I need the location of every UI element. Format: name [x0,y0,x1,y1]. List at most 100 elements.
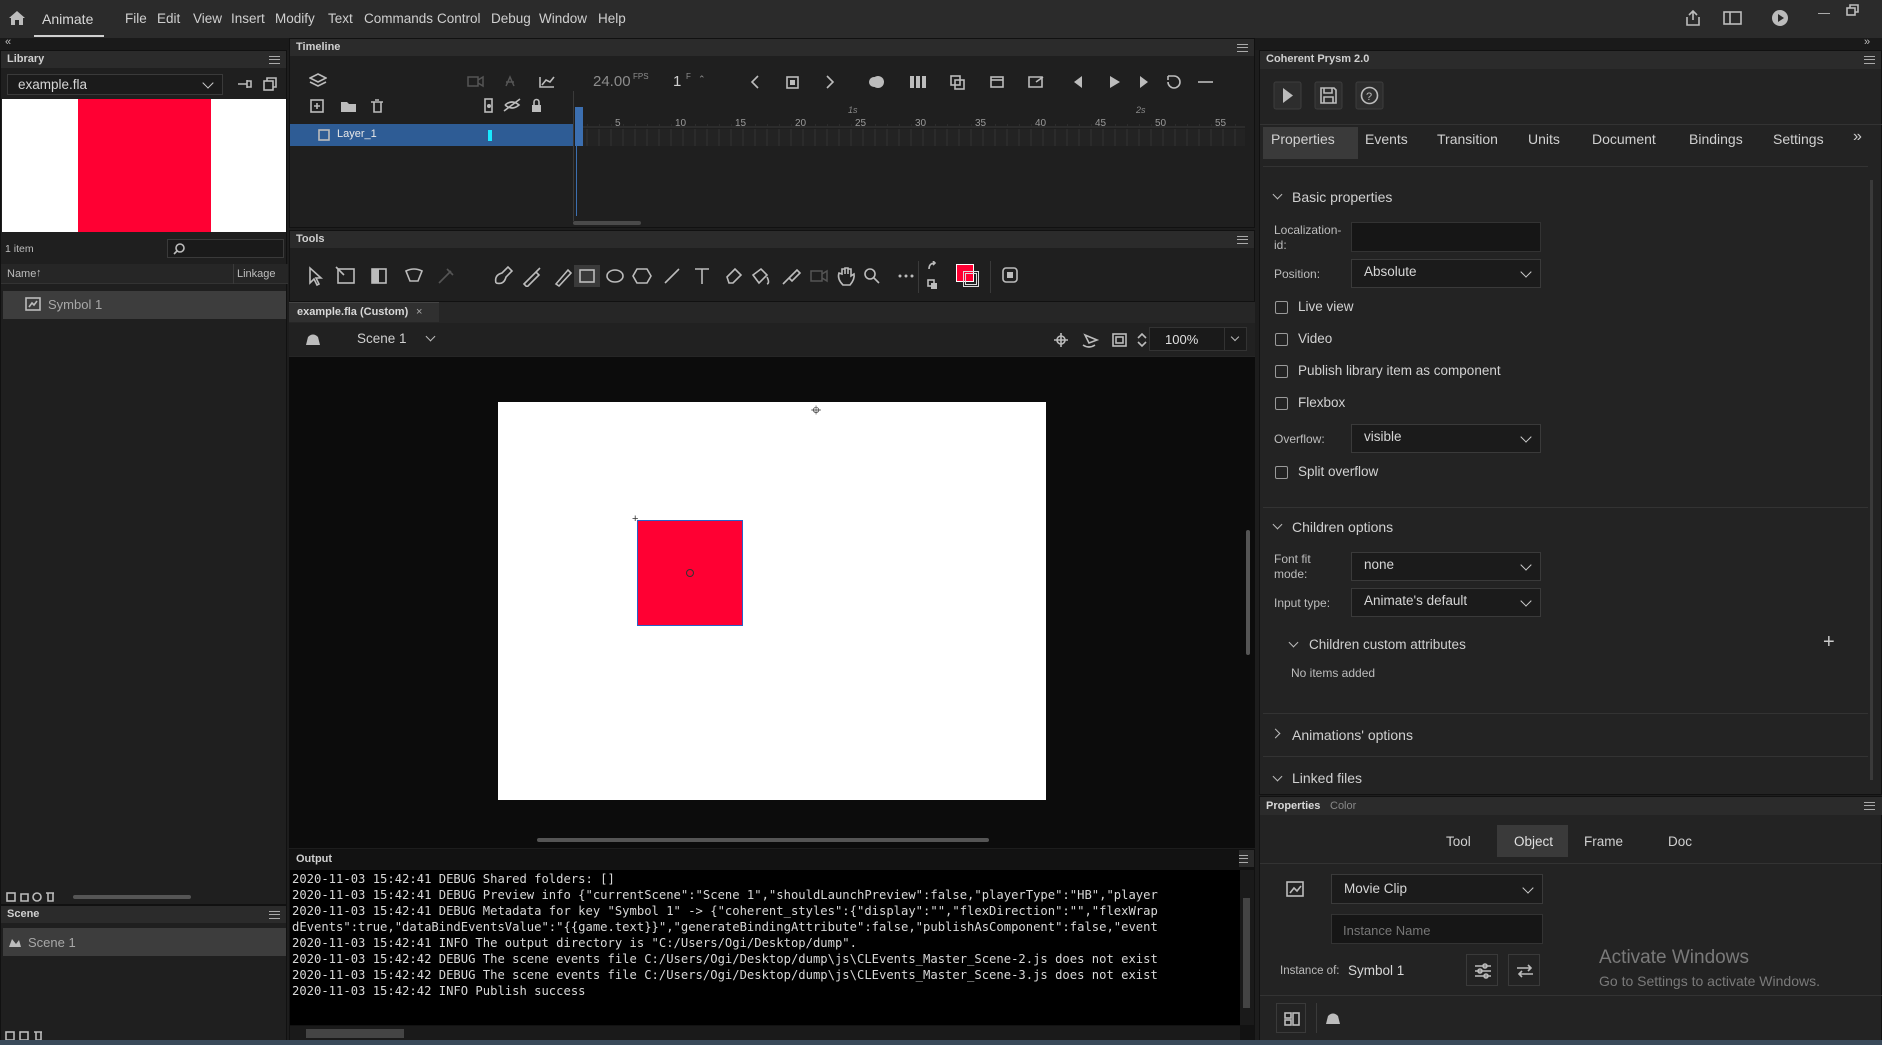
output-hscroll-thumb[interactable] [306,1029,404,1038]
stage-canvas[interactable]: + ⌖ [498,400,1046,800]
menu-debug[interactable]: Debug [491,11,531,26]
tab-properties[interactable]: Properties [1266,800,1320,812]
menu-text[interactable]: Text [328,11,353,26]
prysm-tab-events[interactable]: Events [1365,131,1408,147]
stage-hscrollbar[interactable] [537,838,989,842]
subtab-tool[interactable]: Tool [1446,834,1471,849]
menu-help[interactable]: Help [598,11,626,26]
output-vscroll-thumb[interactable] [1243,898,1250,1008]
minimize-button[interactable] [1818,13,1830,14]
frame-value[interactable]: 1 [673,73,681,90]
workspace-icon[interactable] [1723,10,1743,26]
prysm-tab-settings[interactable]: Settings [1773,131,1824,147]
snap-icon[interactable] [1001,266,1019,284]
library-menu-icon[interactable] [269,56,280,64]
stage-view-icons[interactable] [1053,331,1163,349]
prysm-tab-document[interactable]: Document [1592,131,1656,147]
prysm-tab-units[interactable]: Units [1528,131,1560,147]
properties-menu-icon[interactable] [1864,802,1875,810]
library-zoom-slider[interactable] [73,895,191,899]
fps-value[interactable]: 24.00 [593,73,631,90]
flexbox-checkbox[interactable] [1275,397,1288,410]
test-movie-icon[interactable] [1771,9,1789,27]
pin-icon[interactable] [237,78,253,90]
scene-selector[interactable]: Scene 1 [357,331,407,346]
frame-stepper-icon[interactable]: ⌃ [698,74,706,85]
symbol-type-select[interactable]: Movie Clip [1331,874,1543,904]
children-custom-header[interactable]: Children custom attributes [1309,637,1466,652]
overflow-select[interactable]: visible [1351,424,1541,453]
column-name[interactable]: Name [7,268,36,280]
restore-icon[interactable] [1846,4,1860,16]
timeline-scrollbar[interactable] [573,221,641,225]
swap-colors-icon[interactable] [926,261,942,291]
collapse-left-icon[interactable]: « [5,36,11,48]
font-fit-select[interactable]: none [1351,552,1541,581]
menu-insert[interactable]: Insert [231,11,265,26]
video-checkbox[interactable] [1275,333,1288,346]
linked-files-header[interactable]: Linked files [1292,770,1362,786]
menu-modify[interactable]: Modify [275,11,315,26]
playhead-line[interactable] [576,146,577,216]
zoom-field[interactable]: 100% [1149,327,1247,351]
menu-file[interactable]: File [125,11,147,26]
prysm-toolbar[interactable]: ? [1273,81,1385,111]
split-overflow-checkbox[interactable] [1275,466,1288,479]
library-search-input[interactable] [167,239,284,258]
scene-menu-icon[interactable] [269,911,280,919]
close-tab-icon[interactable]: × [416,306,422,318]
scene-selector-chevron[interactable] [425,331,436,342]
align-button[interactable] [1276,1003,1306,1033]
menu-control[interactable]: Control [437,11,481,26]
transform-point[interactable] [686,569,694,577]
prysm-tab-properties[interactable]: Properties [1271,131,1335,147]
layers-icon[interactable] [309,72,327,90]
prysm-menu-icon[interactable] [1864,56,1875,64]
zoom-chevron[interactable] [1230,332,1240,342]
basic-properties-header[interactable]: Basic properties [1292,189,1392,205]
layer-row[interactable]: Layer_1 [290,124,573,146]
add-attribute-icon[interactable]: + [1823,631,1835,654]
swap-symbol-button[interactable] [1508,954,1540,986]
menu-view[interactable]: View [193,11,222,26]
children-options-header[interactable]: Children options [1292,519,1393,535]
prysm-scrollbar[interactable] [1870,180,1873,780]
edit-symbol-button[interactable] [1466,954,1498,986]
output-hscroll[interactable] [290,1026,1240,1041]
home-icon[interactable] [8,10,26,26]
symbol-instance[interactable]: + [632,513,743,626]
layer-toolbar[interactable] [310,99,500,113]
subtab-object[interactable]: Object [1514,834,1553,849]
pasteboard[interactable]: + ⌖ [289,357,1255,848]
new-library-panel-icon[interactable] [263,77,277,91]
doc-tab[interactable]: example.fla (Custom) × [289,302,439,322]
collapse-right-icon[interactable]: » [1864,36,1870,48]
menu-window[interactable]: Window [539,11,587,26]
scene-row[interactable]: Scene 1 [3,928,286,956]
edit-scene-button[interactable] [1316,1003,1346,1033]
prysm-tab-bindings[interactable]: Bindings [1689,131,1743,147]
share-icon[interactable] [1684,9,1702,27]
subtab-frame[interactable]: Frame [1584,834,1623,849]
layer-visibility-icons[interactable] [482,98,542,113]
publish-component-checkbox[interactable] [1275,365,1288,378]
stage-vscrollbar[interactable] [1246,530,1250,655]
animations-options-header[interactable]: Animations' options [1292,727,1413,743]
menu-commands[interactable]: Commands [364,11,433,26]
more-tabs-icon[interactable]: » [1853,128,1862,146]
live-view-checkbox[interactable] [1275,301,1288,314]
library-bottom-icons[interactable] [6,891,71,903]
library-file-select[interactable]: example.fla [7,74,223,95]
prysm-tab-transition[interactable]: Transition [1437,131,1498,147]
timeline-menu-icon[interactable] [1237,44,1248,52]
layer-color-swatch[interactable] [488,130,492,141]
library-item-row[interactable]: Symbol 1 [3,291,286,319]
timeline-camera-icons[interactable] [466,75,558,89]
stroke-color-swatch[interactable] [963,271,979,287]
output-vscroll[interactable] [1240,870,1254,1025]
instance-name-input[interactable]: Instance Name [1331,914,1543,944]
localization-input[interactable] [1351,222,1541,252]
column-linkage[interactable]: Linkage [237,268,276,280]
tab-color[interactable]: Color [1330,800,1356,812]
subtab-doc[interactable]: Doc [1668,834,1692,849]
